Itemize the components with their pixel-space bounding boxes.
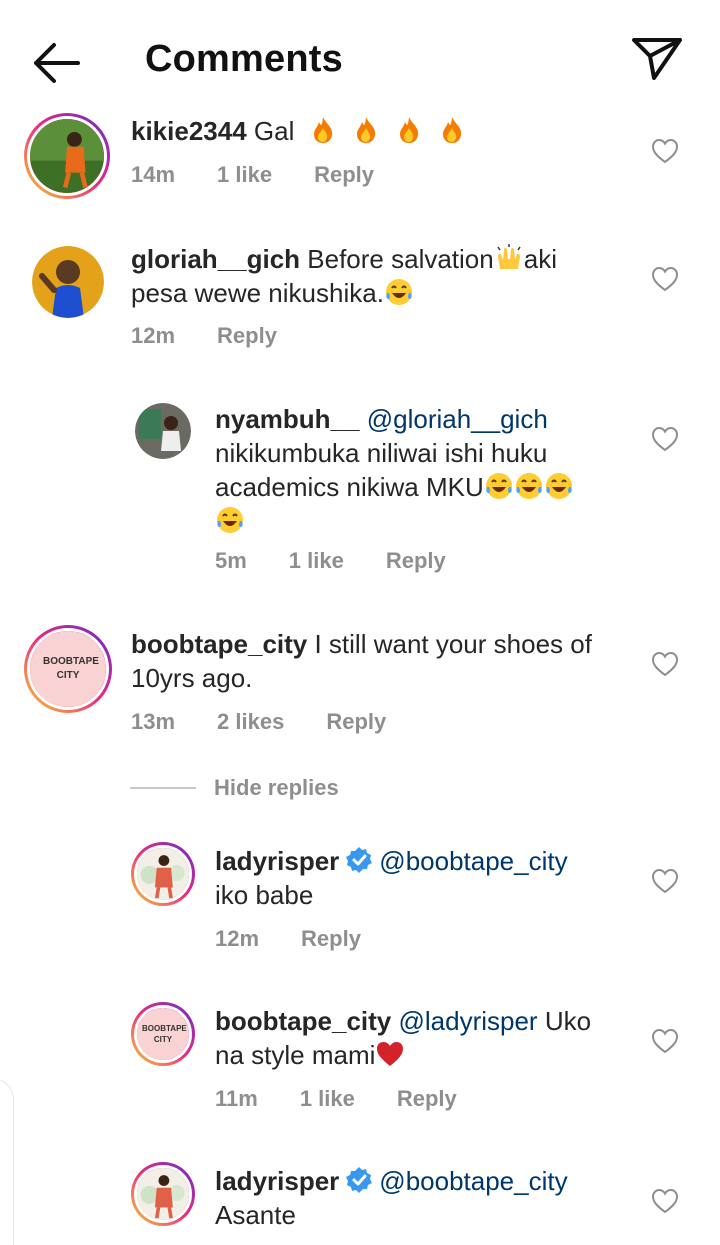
comment-username[interactable]: boobtape_city	[215, 1006, 391, 1036]
reply-item: nyambuh__ @gloriah__gich nikikumbuka nil…	[0, 400, 720, 590]
comment-time: 12m	[215, 926, 260, 951]
tears-of-joy-emoji	[484, 472, 574, 502]
reply-button[interactable]: Reply	[386, 548, 446, 574]
heart-outline-icon[interactable]	[651, 426, 679, 452]
comment-time: 5m	[215, 548, 247, 573]
comment-text: pesa wewe nikushika.	[131, 278, 384, 308]
avatar[interactable]	[24, 113, 110, 199]
verified-badge-icon	[346, 1167, 373, 1193]
avatar-photo	[135, 403, 191, 459]
mention-link[interactable]: @boobtape_city	[379, 1166, 567, 1196]
comment-text: na style mami	[215, 1040, 376, 1070]
avatar-logo-text: BOOBTAPE CITY	[142, 1024, 187, 1044]
comment-username[interactable]: gloriah__gich	[131, 244, 300, 274]
avatar[interactable]	[32, 246, 104, 318]
comment-item: kikie2344 Gal 14m 1 like Reply	[0, 110, 720, 220]
comment-time: 14m	[131, 162, 176, 187]
comment-text: aki	[523, 244, 557, 274]
comment-time: 12m	[131, 323, 176, 348]
red-heart-emoji	[377, 1042, 404, 1066]
hide-replies-label: Hide replies	[214, 775, 339, 800]
comment-username[interactable]: ladyrisper	[215, 1166, 339, 1196]
fire-emoji	[308, 116, 468, 146]
comment-item: BOOBTAPE CITY boobtape_city I still want…	[0, 625, 720, 745]
comment-likes[interactable]: 1 like	[289, 548, 344, 574]
comment-text: nikikumbuka niliwai ishi huku	[215, 438, 548, 468]
comment-time: 11m	[215, 1086, 258, 1111]
heart-outline-icon[interactable]	[651, 651, 679, 677]
mention-link[interactable]: @gloriah__gich	[367, 404, 548, 434]
comment-username[interactable]: boobtape_city	[131, 629, 307, 659]
avatar-photo	[137, 848, 189, 900]
back-arrow-icon[interactable]	[28, 38, 84, 88]
reply-button[interactable]: Reply	[326, 709, 386, 735]
heart-outline-icon[interactable]	[651, 868, 679, 894]
comment-text: iko babe	[215, 880, 314, 910]
hide-replies-button[interactable]: Hide replies	[130, 775, 339, 801]
mention-link[interactable]: @boobtape_city	[379, 846, 567, 876]
comment-text: 10yrs ago.	[131, 663, 253, 693]
comment-username[interactable]: ladyrisper	[215, 846, 339, 876]
comment-text: Before salvation	[307, 244, 494, 274]
avatar[interactable]	[131, 1162, 195, 1226]
send-icon[interactable]	[628, 34, 686, 82]
side-sheet-edge	[0, 1078, 14, 1245]
reply-button[interactable]: Reply	[314, 162, 374, 188]
reply-item: ladyrisper @boobtape_city Asante	[0, 1162, 720, 1245]
raised-hands-emoji	[497, 244, 521, 269]
reply-button[interactable]: Reply	[397, 1086, 457, 1112]
comment-time: 13m	[131, 709, 176, 734]
avatar[interactable]	[135, 403, 191, 459]
divider	[130, 787, 196, 789]
verified-badge-icon	[346, 847, 373, 873]
comment-username[interactable]: kikie2344	[131, 116, 247, 146]
reply-button[interactable]: Reply	[301, 926, 361, 952]
reply-item: ladyrisper @boobtape_city iko babe 12m Re…	[0, 842, 720, 962]
avatar-logo-text: BOOBTAPE CITY	[43, 656, 99, 681]
comment-likes[interactable]: 2 likes	[217, 709, 284, 735]
page-title: Comments	[145, 38, 343, 80]
mention-link[interactable]: @ladyrisper	[398, 1006, 537, 1036]
avatar-photo	[32, 246, 104, 318]
comment-text: Gal	[253, 116, 295, 146]
avatar[interactable]: BOOBTAPE CITY	[24, 625, 112, 713]
comment-username[interactable]: nyambuh__	[215, 404, 360, 434]
avatar-photo	[30, 119, 104, 193]
tears-of-joy-emoji	[385, 279, 412, 305]
reply-button[interactable]: Reply	[217, 323, 277, 349]
avatar[interactable]: BOOBTAPE CITY	[131, 1002, 195, 1066]
heart-outline-icon[interactable]	[651, 138, 679, 164]
avatar-photo	[137, 1168, 189, 1220]
comments-header: Comments	[0, 0, 720, 110]
comment-text: Asante	[215, 1200, 296, 1230]
tears-of-joy-emoji	[217, 507, 243, 533]
comment-likes[interactable]: 1 like	[300, 1086, 355, 1112]
comment-text: Uko	[544, 1006, 592, 1036]
heart-outline-icon[interactable]	[651, 266, 679, 292]
comment-item: gloriah__gich Before salvation aki pesa w…	[0, 240, 720, 360]
avatar[interactable]	[131, 842, 195, 906]
heart-outline-icon[interactable]	[651, 1028, 679, 1054]
comment-likes[interactable]: 1 like	[217, 162, 272, 188]
reply-item: BOOBTAPE CITY boobtape_city @ladyrisper …	[0, 1002, 720, 1122]
heart-outline-icon[interactable]	[651, 1188, 679, 1214]
comment-text: I still want your shoes of	[314, 629, 592, 659]
comment-text: academics nikiwa MKU	[215, 472, 484, 502]
